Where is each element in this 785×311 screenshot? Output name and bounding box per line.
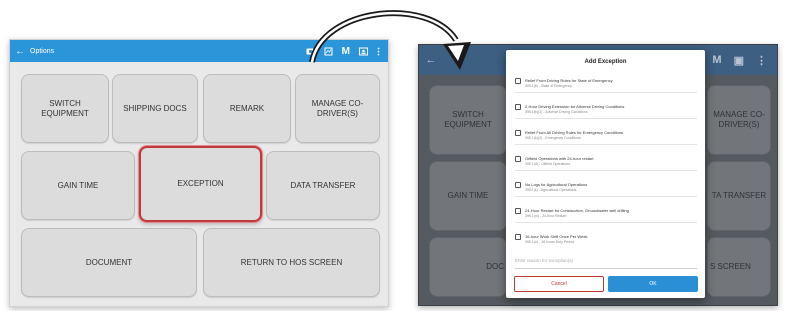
option-checkbox[interactable] bbox=[515, 130, 521, 136]
log-icon[interactable] bbox=[324, 47, 333, 56]
dimmed-profile-icon: ▣ bbox=[733, 54, 744, 67]
exception-option[interactable]: Relief From All Driving Rules for Emerge… bbox=[515, 130, 697, 145]
options-topbar: ← Options M bbox=[10, 40, 388, 62]
add-exception-dialog: Add Exception Relief From Driving Rules … bbox=[506, 50, 705, 298]
dimmed-more-icon: ⋮ bbox=[756, 54, 767, 67]
ok-button[interactable]: OK bbox=[608, 276, 698, 292]
document-button[interactable]: DOCUMENT bbox=[21, 228, 197, 297]
profile-icon[interactable] bbox=[359, 47, 368, 56]
camera-icon[interactable] bbox=[306, 47, 315, 55]
manage-co-drivers-button[interactable]: MANAGE CO-DRIVER(S) bbox=[295, 74, 380, 143]
dimmed-manage-co-drivers-button: MANAGE CO-DRIVER(S) bbox=[707, 85, 771, 155]
option-regulation: 395.1(m) - 24-hour Restart bbox=[525, 214, 567, 218]
divider bbox=[515, 92, 697, 93]
exception-reason-input[interactable]: Enter reason for exception(s) bbox=[515, 258, 697, 263]
exception-option[interactable]: 16-hour Work Shift Once Per Week 395.1(o… bbox=[515, 234, 697, 245]
option-regulation: 395.1(b)(1) - Adverse Driving Conditions bbox=[525, 110, 588, 114]
exception-option[interactable]: Relief From Driving Rules for State of E… bbox=[515, 78, 697, 93]
exception-option[interactable]: Oilfield Operations with 24-hour restart… bbox=[515, 156, 697, 171]
gain-time-button[interactable]: GAIN TIME bbox=[21, 151, 135, 220]
m-icon[interactable]: M bbox=[342, 46, 350, 57]
dimmed-data-transfer-button: TA TRANSFER bbox=[707, 161, 771, 231]
option-regulation: 395.1(b) - State of Emergency bbox=[525, 84, 572, 88]
option-checkbox[interactable] bbox=[515, 156, 521, 162]
option-regulation: 395.1(d) - Oilfield Operations bbox=[525, 162, 570, 166]
switch-equipment-button[interactable]: SWITCH EQUIPMENT bbox=[21, 74, 109, 143]
divider bbox=[515, 118, 697, 119]
dimmed-m-icon: M bbox=[712, 53, 722, 66]
option-checkbox[interactable] bbox=[515, 208, 521, 214]
exception-option[interactable]: No Logs for Agricultural Operations 395.… bbox=[515, 182, 697, 197]
option-regulation: 395.1(b)(2) - Emergency Conditions bbox=[525, 136, 581, 140]
screen-title: Options bbox=[30, 47, 55, 55]
tutorial-composite: ← Options M SWITCH EQUIPMENT SHIPPING DO… bbox=[0, 0, 785, 311]
exception-option[interactable]: 24-Hour Restart for Construction, Ground… bbox=[515, 208, 697, 223]
divider bbox=[515, 170, 697, 171]
option-checkbox[interactable] bbox=[515, 104, 521, 110]
reason-underline bbox=[515, 268, 697, 269]
remark-button[interactable]: REMARK bbox=[203, 74, 291, 143]
options-screen: ← Options M SWITCH EQUIPMENT SHIPPING DO… bbox=[9, 39, 389, 307]
option-checkbox[interactable] bbox=[515, 78, 521, 84]
dialog-title: Add Exception bbox=[584, 59, 627, 65]
cancel-button[interactable]: Cancel bbox=[514, 276, 604, 292]
exception-option[interactable]: 2-Hour Driving Extension for Adverse Dri… bbox=[515, 104, 697, 119]
dimmed-document-button: DOC bbox=[429, 237, 507, 297]
option-regulation: 395.1(k) - Agricultural Operations bbox=[525, 188, 577, 192]
dimmed-switch-equipment-button: SWITCH EQUIPMENT bbox=[429, 85, 507, 155]
data-transfer-button[interactable]: DATA TRANSFER bbox=[266, 151, 380, 220]
shipping-docs-button[interactable]: SHIPPING DOCS bbox=[112, 74, 198, 143]
dimmed-back-arrow-icon: ← bbox=[425, 54, 437, 66]
divider bbox=[515, 196, 697, 197]
divider bbox=[515, 144, 697, 145]
back-arrow-icon[interactable]: ← bbox=[10, 46, 30, 57]
exception-button[interactable]: EXCEPTION bbox=[139, 146, 262, 222]
option-checkbox[interactable] bbox=[515, 182, 521, 188]
option-regulation: 395.1(o) - 16 hours Duty Period bbox=[525, 240, 575, 244]
divider bbox=[515, 222, 697, 223]
dimmed-return-to-hos-button: S SCREEN bbox=[707, 237, 771, 297]
topbar-actions: M bbox=[306, 46, 388, 57]
option-checkbox[interactable] bbox=[515, 234, 521, 240]
return-to-hos-button[interactable]: RETURN TO HOS SCREEN bbox=[203, 228, 380, 297]
more-icon[interactable] bbox=[377, 47, 380, 56]
dimmed-gain-time-button: GAIN TIME bbox=[429, 161, 507, 231]
